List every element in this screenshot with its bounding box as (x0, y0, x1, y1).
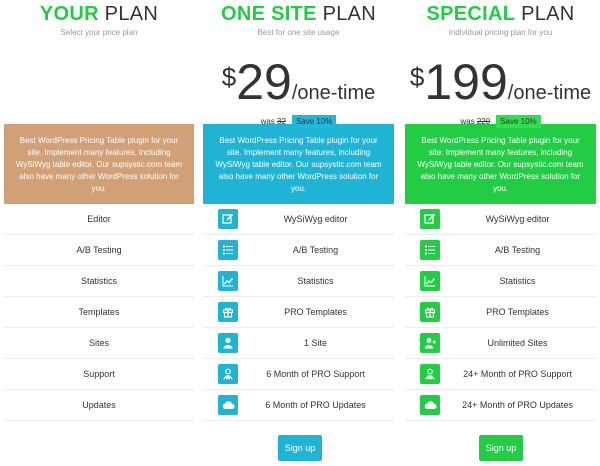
feature-row: 6 Month of PRO Support (203, 359, 394, 390)
feature-row: PRO Templates (203, 297, 394, 328)
save-badge: Save 10% (496, 115, 541, 128)
old-price: 32 (277, 117, 286, 126)
plan-column-special: SPECIAL PLAN Individual pricing plan for… (405, 0, 596, 421)
was-label: was (260, 117, 275, 126)
plan-description: Best WordPress Pricing Table plugin for … (4, 124, 194, 204)
save-badge: Save 10% (291, 115, 337, 128)
gift-icon (218, 302, 238, 322)
cloud-icon (218, 395, 238, 415)
feature-row: 24+ Month of PRO Support (405, 359, 596, 390)
price-currency: $ (221, 62, 237, 92)
feature-row: Templates (4, 297, 194, 328)
feature-row: Statistics (405, 266, 596, 297)
feature-row: Editor (4, 204, 194, 235)
plan-subtitle: Best for one site usage (257, 28, 340, 37)
price-period: /one-time (507, 82, 592, 104)
old-price: 220 (476, 117, 491, 126)
plan-description: Best WordPress Pricing Table plugin for … (405, 124, 596, 204)
signup-button-special[interactable]: Sign up (479, 435, 523, 461)
feature-label: Updates (82, 400, 116, 410)
price-amount: 29 (236, 54, 292, 110)
feature-row: Updates (4, 390, 194, 421)
support-icon (218, 364, 238, 384)
plan-column-your: YOUR PLAN Select your price plan Best Wo… (4, 0, 194, 421)
chart-icon (218, 271, 238, 291)
feature-label: Sites (88, 338, 109, 348)
feature-row: A/B Testing (405, 235, 596, 266)
feature-row: 1 Site (203, 328, 394, 359)
edit-icon (420, 209, 440, 229)
feature-row: Sites (4, 328, 194, 359)
feature-row: WySiWyg editor (405, 204, 596, 235)
price-period: /one-time (291, 82, 376, 104)
feature-label: A/B Testing (76, 245, 122, 255)
list-icon (218, 240, 238, 260)
plan-title: YOUR PLAN (4, 3, 194, 25)
gift-icon (420, 302, 440, 322)
feature-label: Support (83, 369, 115, 379)
plan-subtitle: Select your price plan (60, 28, 138, 37)
plan-title: SPECIAL PLAN (405, 3, 596, 25)
feature-row: 6 Month of PRO Updates (203, 390, 394, 421)
feature-label: Templates (78, 307, 120, 317)
plan-title-highlight: YOUR (39, 3, 99, 25)
plan-title-rest: PLAN (316, 3, 377, 25)
price: $29/one-time (203, 56, 394, 108)
was-price-line: was 220 Save 10% (405, 115, 596, 128)
was-price-line: was 32 Save 10% (203, 115, 394, 128)
price-currency: $ (409, 62, 425, 92)
feature-row: Statistics (203, 266, 394, 297)
list-icon (420, 240, 440, 260)
feature-row: Unlimited Sites (405, 328, 596, 359)
was-label: was (460, 117, 475, 126)
feature-row: Support (4, 359, 194, 390)
plan-title-rest: PLAN (98, 3, 159, 25)
price: $199/one-time (405, 56, 596, 108)
plan-description: Best WordPress Pricing Table plugin for … (203, 124, 394, 204)
price-area-empty (4, 38, 194, 124)
feature-row: A/B Testing (203, 235, 394, 266)
plan-column-one-site: ONE SITE PLAN Best for one site usage $2… (203, 0, 394, 421)
plan-subtitle: Individual pricing plan for you (448, 28, 553, 37)
plan-title: ONE SITE PLAN (203, 3, 394, 25)
plan-title-highlight: SPECIAL (426, 3, 516, 25)
chart-icon (420, 271, 440, 291)
user-plus-icon (420, 333, 440, 353)
price-area: $29/one-time was 32 Save 10% (203, 38, 394, 128)
feature-row: 24+ Month of PRO Updates (405, 390, 596, 421)
cloud-icon (420, 395, 440, 415)
feature-row: Statistics (4, 266, 194, 297)
plan-title-rest: PLAN (515, 3, 575, 25)
feature-label: Editor (87, 214, 111, 224)
price-area: $199/one-time was 220 Save 10% (405, 38, 596, 128)
feature-row: WySiWyg editor (203, 204, 394, 235)
feature-row: A/B Testing (4, 235, 194, 266)
price-amount: 199 (424, 54, 508, 110)
user-icon (218, 333, 238, 353)
plan-title-highlight: ONE SITE (220, 3, 317, 25)
support-icon (420, 364, 440, 384)
edit-icon (218, 209, 238, 229)
feature-row: PRO Templates (405, 297, 596, 328)
feature-label: Statistics (80, 276, 117, 286)
signup-button-one-site[interactable]: Sign up (278, 435, 322, 461)
